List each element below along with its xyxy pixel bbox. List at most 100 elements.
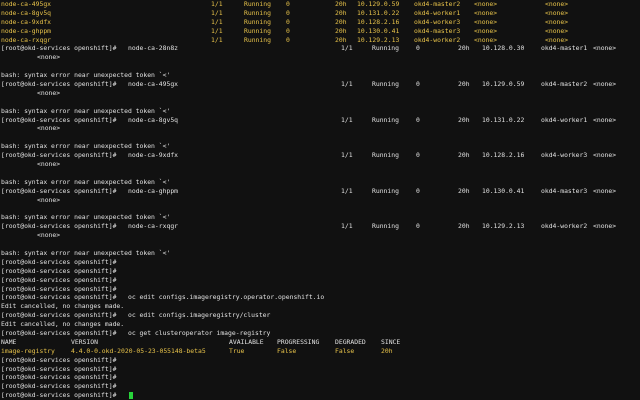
command-text: 20h [458,186,470,195]
command-text: 20h [458,80,470,89]
table-cell: False [335,346,355,355]
error-message: bash: syntax error near unexpected token… [1,71,171,80]
error-message: bash: syntax error near unexpected token… [1,142,171,151]
command-text: Running [372,151,399,160]
pod-field: 0 [286,26,290,35]
pod-field: 1/1 [211,0,223,8]
command-text: 0 [416,186,420,195]
pod-field: okd4-master3 [414,26,461,35]
column-header: AVAILABLE [229,337,264,346]
table-cell: False [277,346,297,355]
prompt-line: [root@okd-services openshift]# oc get clu… [1,329,640,338]
command-output: Edit cancelled, no changes made. [1,302,125,311]
prompt-line: [root@okd-services openshift]# [1,276,640,285]
wrapped-line: <none> [1,160,640,169]
command-text: okd4-master2 [541,80,588,89]
pod-field: okd4-worker3 [414,17,461,26]
wrapped-line: <none> [1,124,640,133]
error-message: bash: syntax error near unexpected token… [1,177,171,186]
command-text: 0 [416,151,420,160]
pod-field: <none> [474,35,498,44]
prompt-line: [root@okd-services openshift]# node-ca-8g… [1,116,640,125]
command-text: Running [372,115,399,124]
prompt-line: [root@okd-services openshift]# [1,373,640,382]
command-text: 1/1 [341,222,353,231]
text-cursor[interactable] [129,392,133,400]
pod-field: <none> [474,26,498,35]
command-text: Running [372,186,399,195]
shell-prompt: [root@okd-services openshift]# [1,257,117,266]
pod-field: okd4-worker2 [414,35,461,44]
pod-name: node-ca-8gv5q [1,8,52,17]
shell-prompt: [root@okd-services openshift]# [1,80,117,89]
pod-field: Running [244,35,271,44]
pod-field: 20h [335,26,347,35]
command-text: node-ca-28n8z [128,44,179,53]
command-text: node-ca-ghppm [128,186,179,195]
pod-field: <none> [545,8,569,17]
pod-row: node-ca-9xdfx 1/1 Running 0 20h 10.128.2.16 ok… [1,18,640,27]
prompt-line: [root@okd-services openshift]# [1,285,640,294]
pod-field: 0 [286,0,290,8]
table-header: NAME VERSION AVAILABLE PROGRESSING DEGRADED S… [1,338,640,347]
pod-name: node-ca-495gx [1,0,52,8]
command-text: <none> [37,88,61,97]
column-header: VERSION [71,337,98,346]
prompt-line: [root@okd-services openshift]# [1,382,640,391]
command-text: <none> [37,53,61,62]
pod-field: 1/1 [211,17,223,26]
pod-row: node-ca-8gv5q 1/1 Running 0 20h 10.131.0.22 ok… [1,9,640,18]
error-line: bash: syntax error near unexpected token… [1,213,640,222]
shell-prompt: [root@okd-services openshift]# [1,222,117,231]
shell-prompt: [root@okd-services openshift]# [1,44,117,53]
pod-field: 1/1 [211,26,223,35]
shell-prompt: [root@okd-services openshift]# [1,275,117,284]
pod-field: 0 [286,8,290,17]
error-line: bash: syntax error near unexpected token… [1,107,640,116]
command-text: 10.128.2.16 [482,151,525,160]
shell-prompt: [root@okd-services openshift]# [1,364,117,373]
prompt-line: [root@okd-services openshift]# node-ca-gh… [1,187,640,196]
shell-prompt: [root@okd-services openshift]# [1,151,117,160]
pod-row: node-ca-495gx 1/1 Running 0 20h 10.129.0.59 ok… [1,0,640,9]
pod-field: okd4-master2 [414,0,461,8]
prompt-line: [root@okd-services openshift]# oc edit co… [1,311,640,320]
column-header: SINCE [381,337,401,346]
terminal[interactable]: node-ca-495gx 1/1 Running 0 20h 10.129.0.59 ok… [0,0,640,400]
command-text: 1/1 [341,80,353,89]
command-text: 0 [416,80,420,89]
shell-prompt: [root@okd-services openshift]# [1,115,117,124]
pod-field: 0 [286,17,290,26]
command-text: 20h [458,44,470,53]
column-header: PROGRESSING [277,337,320,346]
command-text: <none> [37,231,61,240]
pod-field: okd4-worker1 [414,8,461,17]
shell-prompt: [root@okd-services openshift]# [1,382,117,391]
pod-field: 10.129.2.13 [357,35,400,44]
pod-field: 20h [335,0,347,8]
shell-prompt: [root@okd-services openshift]# [1,373,117,382]
command-text: <none> [593,115,617,124]
command-text: <none> [593,80,617,89]
output-line: Edit cancelled, no changes made. [1,320,640,329]
command-text: node-ca-495gx [128,80,179,89]
pod-field: Running [244,26,271,35]
pod-field: 20h [335,17,347,26]
pod-name: node-ca-ghppm [1,26,52,35]
output-line: Edit cancelled, no changes made. [1,302,640,311]
shell-prompt: [root@okd-services openshift]# [1,328,117,337]
command-text: Running [372,44,399,53]
command-text: <none> [593,186,617,195]
shell-prompt: [root@okd-services openshift]# [1,284,117,293]
command-text: 1/1 [341,186,353,195]
command-text: 10.130.0.41 [482,186,525,195]
error-line: bash: syntax error near unexpected token… [1,249,640,258]
pod-field: 10.130.0.41 [357,26,400,35]
shell-prompt: [root@okd-services openshift]# [1,186,117,195]
pod-field: Running [244,8,271,17]
command-text: oc edit configs.imageregistry.operator.o… [128,293,325,302]
